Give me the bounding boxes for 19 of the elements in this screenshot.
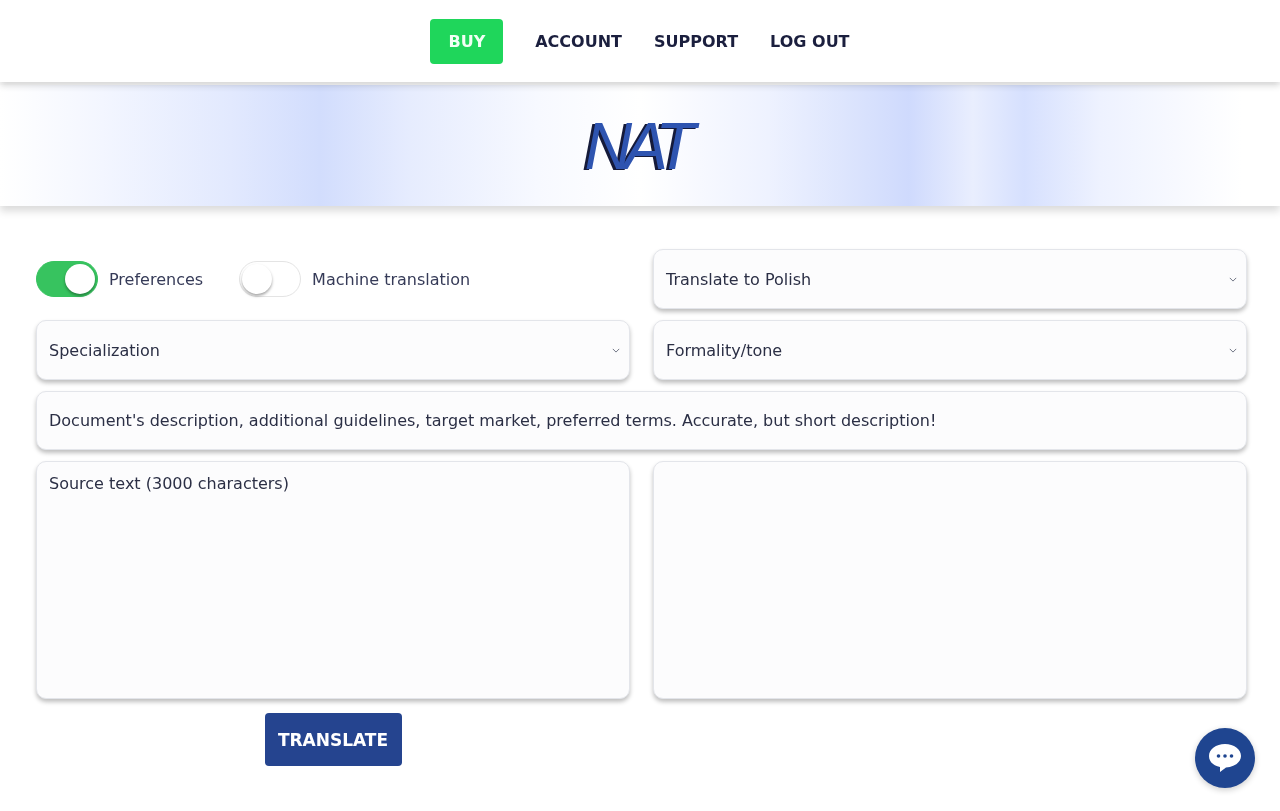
description-field[interactable]: Document's description, additional guidelines, target market, preferred terms. Accurate, but short description! xyxy=(36,391,1247,450)
specialization-dropdown[interactable]: Specialization xyxy=(36,320,630,380)
target-language-dropdown[interactable]: Translate to Polish xyxy=(653,249,1247,309)
chat-button[interactable] xyxy=(1195,728,1255,788)
source-text-field[interactable]: Source text (3000 characters) xyxy=(36,461,630,699)
chevron-down-icon xyxy=(612,347,620,353)
nav-link[interactable]: SUPPORT xyxy=(654,31,739,51)
translate-button[interactable]: TRANSLATE xyxy=(264,713,402,766)
chevron-down-icon xyxy=(1229,276,1237,282)
tone-dropdown[interactable]: Formality/tone xyxy=(653,320,1247,380)
logo: NAT xyxy=(584,112,696,179)
chevron-down-icon xyxy=(1229,347,1237,353)
toggle-label: Machine translation xyxy=(312,269,471,289)
toggle-switch[interactable] xyxy=(36,261,98,297)
nav-link[interactable]: LOG OUT xyxy=(770,31,850,51)
nav-link[interactable]: ACCOUNT xyxy=(535,31,622,51)
chat-bubble-icon xyxy=(1208,743,1242,773)
translation-output-field[interactable] xyxy=(653,461,1247,699)
toggle-label: Preferences xyxy=(109,269,204,289)
